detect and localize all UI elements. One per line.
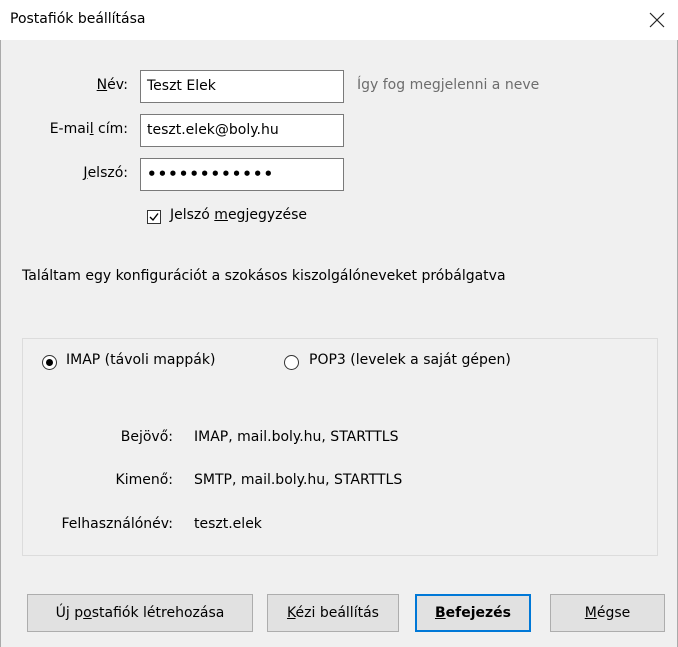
new-account-button[interactable]: Új postafiók létrehozása	[27, 594, 253, 632]
name-label: Név:	[96, 77, 128, 93]
name-hint: Így fog megjelenni a neve	[357, 77, 540, 93]
outgoing-value: SMTP, mail.boly.hu, STARTTLS	[194, 472, 403, 488]
remember-password-label[interactable]: Jelszó megjegyzése	[170, 207, 307, 223]
manual-setup-button[interactable]: Kézi beállítás	[267, 594, 399, 632]
title-bar: Postafiók beállítása	[0, 0, 678, 40]
email-label: E-mail cím:	[49, 121, 128, 137]
checkmark-icon	[149, 213, 159, 222]
password-label: Jelszó:	[83, 165, 128, 181]
imap-label[interactable]: IMAP (távoli mappák)	[66, 352, 215, 368]
pop3-radio[interactable]	[284, 355, 299, 370]
window-border-left	[0, 0, 1, 647]
window-title: Postafiók beállítása	[10, 11, 146, 27]
password-input[interactable]: ••••••••••••	[140, 158, 344, 191]
email-input[interactable]: teszt.elek@boly.hu	[140, 114, 344, 147]
imap-radio[interactable]	[42, 355, 57, 370]
status-message: Találtam egy konfigurációt a szokásos ki…	[22, 268, 506, 284]
incoming-value: IMAP, mail.boly.hu, STARTTLS	[194, 429, 399, 445]
remember-password-checkbox[interactable]	[147, 210, 161, 224]
incoming-label: Bejövő:	[120, 429, 173, 445]
cancel-button[interactable]: Mégse	[550, 594, 665, 632]
username-label: Felhasználónév:	[61, 516, 173, 532]
pop3-label[interactable]: POP3 (levelek a saját gépen)	[309, 352, 511, 368]
close-button[interactable]	[644, 7, 670, 33]
username-value: teszt.elek	[194, 516, 262, 532]
outgoing-label: Kimenő:	[115, 472, 173, 488]
close-icon	[649, 12, 665, 28]
finish-button[interactable]: Befejezés	[415, 594, 531, 632]
name-input[interactable]: Teszt Elek	[140, 70, 344, 103]
